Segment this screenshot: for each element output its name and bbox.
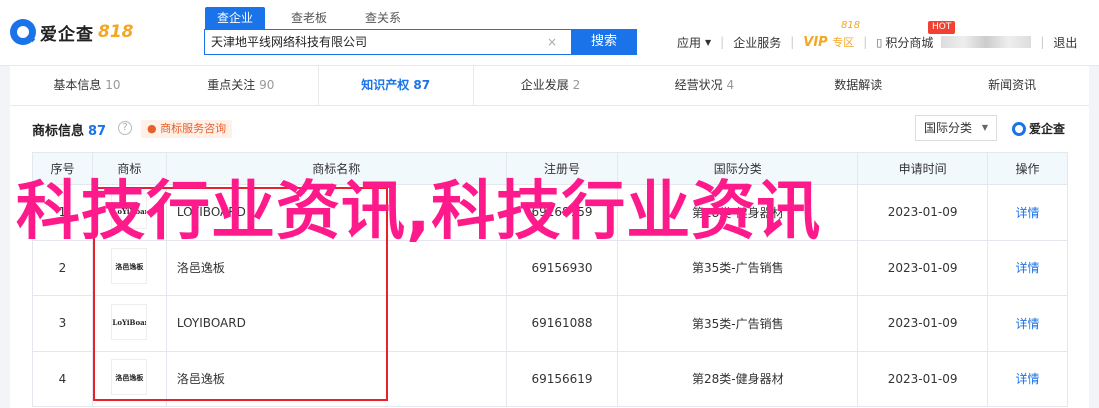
nav-points-mall[interactable]: 积分商城 <box>885 34 933 51</box>
vip-818-badge: 818 <box>841 20 861 31</box>
detail-tabs: 基本信息 10 重点关注 90 知识产权 87 企业发展 2 经营状况 4 数据… <box>10 66 1089 106</box>
detail-link[interactable]: 详情 <box>1016 372 1040 386</box>
trademark-panel: 商标信息 87 ? ● 商标服务咨询 国际分类 ▼ 爱企查 序号 商标 商标名称 注… <box>10 106 1089 408</box>
section-title-text: 商标信息 <box>32 124 85 139</box>
overlay-watermark-text: 科技行业资讯,科技行业资讯 <box>16 175 822 249</box>
tab-news[interactable]: 新闻资讯 <box>935 66 1089 105</box>
nav-vip-zone[interactable]: VIP 专区 <box>803 34 854 50</box>
divider: | <box>720 35 725 49</box>
nav-app[interactable]: 应用 <box>677 34 701 51</box>
tab-development[interactable]: 企业发展 2 <box>474 66 628 105</box>
search-tab-boss[interactable]: 查老板 <box>279 7 339 29</box>
table-row: 4 洛邑逸板 洛邑逸板 69156619 第28类-健身器材 2023-01-0… <box>32 350 1068 407</box>
detail-link[interactable]: 详情 <box>1016 261 1040 275</box>
cell-logo: 洛邑逸板 <box>91 350 167 407</box>
international-class-filter[interactable]: 国际分类 ▼ <box>915 115 997 141</box>
divider: | <box>1040 35 1045 49</box>
help-icon[interactable]: ? <box>118 121 132 135</box>
tab-label: 数据解读 <box>834 78 883 92</box>
chevron-down-icon: ▼ <box>981 123 988 132</box>
tab-count: 2 <box>572 78 581 92</box>
consult-label: 商标服务咨询 <box>160 122 227 135</box>
cell-logo: LoYiBoard <box>91 295 167 352</box>
top-nav: 应用 ▼ | 企业服务 | VIP 专区 | ▯ 积分商城 | 退出 <box>677 32 1077 52</box>
tab-label: 基本信息 <box>53 78 102 92</box>
nav-logout[interactable]: 退出 <box>1053 34 1077 51</box>
tab-label: 知识产权 <box>361 78 410 92</box>
filter-label: 国际分类 <box>924 121 973 135</box>
brand-tag: 818 <box>98 22 134 42</box>
cell-class: 第35类-广告销售 <box>617 295 859 352</box>
logo-magnifier-icon <box>10 19 36 45</box>
search-input[interactable]: 天津地平线网络科技有限公司 × <box>204 29 572 55</box>
detail-link[interactable]: 详情 <box>1016 317 1040 331</box>
vip-label: VIP <box>803 35 828 50</box>
section-count: 87 <box>88 124 107 139</box>
brand-watermark-logo: 爱企查 <box>1012 120 1065 137</box>
tab-label: 重点关注 <box>207 78 256 92</box>
chevron-down-icon: ▼ <box>705 37 712 47</box>
logo-magnifier-icon <box>1012 121 1026 136</box>
tab-count: 10 <box>105 78 121 92</box>
bell-icon: ● <box>147 122 157 135</box>
tab-operation[interactable]: 经营状况 4 <box>627 66 781 105</box>
tab-count: 4 <box>726 78 735 92</box>
cell-action: 详情 <box>987 295 1068 352</box>
search-button[interactable]: 搜索 <box>571 29 637 55</box>
brand-logo[interactable]: 爱企查 818 <box>10 18 134 46</box>
trademark-image[interactable]: LoYiBoard <box>111 303 148 340</box>
clear-icon[interactable]: × <box>547 30 557 54</box>
brand-mark-text: 爱企查 <box>1029 122 1066 136</box>
vip-sub-label: 专区 <box>832 36 855 49</box>
tab-basic-info[interactable]: 基本信息 10 <box>10 66 164 105</box>
divider: | <box>790 35 795 49</box>
tab-intellectual-property[interactable]: 知识产权 87 <box>317 66 474 105</box>
trademark-image[interactable]: 洛邑逸板 <box>111 359 148 396</box>
cell-name: LOYIBOARD <box>165 295 507 352</box>
tab-label: 经营状况 <box>674 78 723 92</box>
divider: | <box>863 35 868 49</box>
tab-count: 87 <box>413 78 431 92</box>
cell-index: 3 <box>32 295 93 352</box>
tab-label: 新闻资讯 <box>988 78 1037 92</box>
search-tab-relation[interactable]: 查关系 <box>353 7 413 29</box>
nav-enterprise-service[interactable]: 企业服务 <box>733 34 781 51</box>
search-query-text: 天津地平线网络科技有限公司 <box>211 35 368 49</box>
tab-key-focus[interactable]: 重点关注 90 <box>164 66 318 105</box>
cell-reg-no: 69161088 <box>505 295 619 352</box>
section-title: 商标信息 87 <box>32 120 106 139</box>
search-type-tabs: 查企业 查老板 查关系 <box>205 7 427 29</box>
top-header: 爱企查 818 查企业 查老板 查关系 天津地平线网络科技有限公司 × 搜索 8… <box>0 0 1099 66</box>
cell-reg-no: 69156619 <box>505 350 619 407</box>
cell-date: 2023-01-09 <box>857 295 989 352</box>
cell-name: 洛邑逸板 <box>165 350 507 407</box>
tab-label: 企业发展 <box>520 78 569 92</box>
trademark-image[interactable]: 洛邑逸板 <box>111 248 148 285</box>
user-avatar-name[interactable] <box>941 36 1032 48</box>
table-row: 3 LoYiBoard LOYIBOARD 69161088 第35类-广告销售… <box>32 295 1068 352</box>
trademark-consult-button[interactable]: ● 商标服务咨询 <box>141 120 233 138</box>
cell-index: 4 <box>32 350 93 407</box>
cell-action: 详情 <box>987 350 1068 407</box>
cell-date: 2023-01-09 <box>857 350 989 407</box>
gift-icon: ▯ <box>876 35 883 49</box>
cell-class: 第28类-健身器材 <box>617 350 859 407</box>
tab-data-insight[interactable]: 数据解读 <box>781 66 935 105</box>
tab-count: 90 <box>259 78 275 92</box>
search-tab-company[interactable]: 查企业 <box>205 7 266 29</box>
brand-name: 爱企查 <box>40 24 94 45</box>
